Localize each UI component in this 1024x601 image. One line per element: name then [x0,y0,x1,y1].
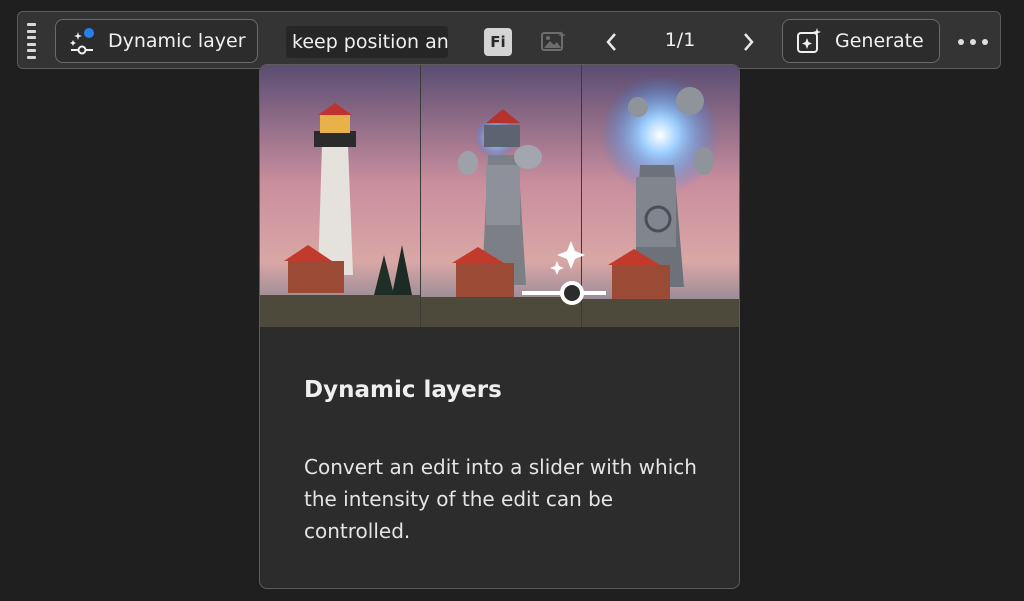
page-counter: 1/1 [664,29,696,51]
prompt-input[interactable]: keep position and [286,26,448,58]
chevron-right-icon[interactable] [738,30,758,54]
dynamic-layer-button[interactable]: Dynamic layer [55,19,258,63]
popover-title: Dynamic layers [304,377,502,403]
generate-sparkle-icon [795,27,823,55]
lighthouse-panel-original [260,65,420,327]
firefly-badge-icon[interactable]: Fi [484,28,512,56]
popover-description: Convert an edit into a slider with which… [304,455,697,543]
dynamic-layer-label: Dynamic layer [108,30,246,52]
generate-button[interactable]: Generate [782,19,940,63]
dynamic-layer-icon [68,27,96,55]
generate-label: Generate [835,30,924,52]
generative-toolbar: Dynamic layer keep position and Fi 1/1 G… [17,11,1001,69]
popover-illustration [260,65,739,327]
more-options-icon[interactable] [958,39,988,47]
drag-handle-icon[interactable] [26,23,36,59]
image-reference-icon[interactable] [539,28,569,56]
lighthouse-panel-partial [421,65,581,327]
lighthouse-panel-full [582,65,739,327]
chevron-left-icon[interactable] [602,30,622,54]
dynamic-layers-popover: Dynamic layers Convert an edit into a sl… [259,64,740,589]
